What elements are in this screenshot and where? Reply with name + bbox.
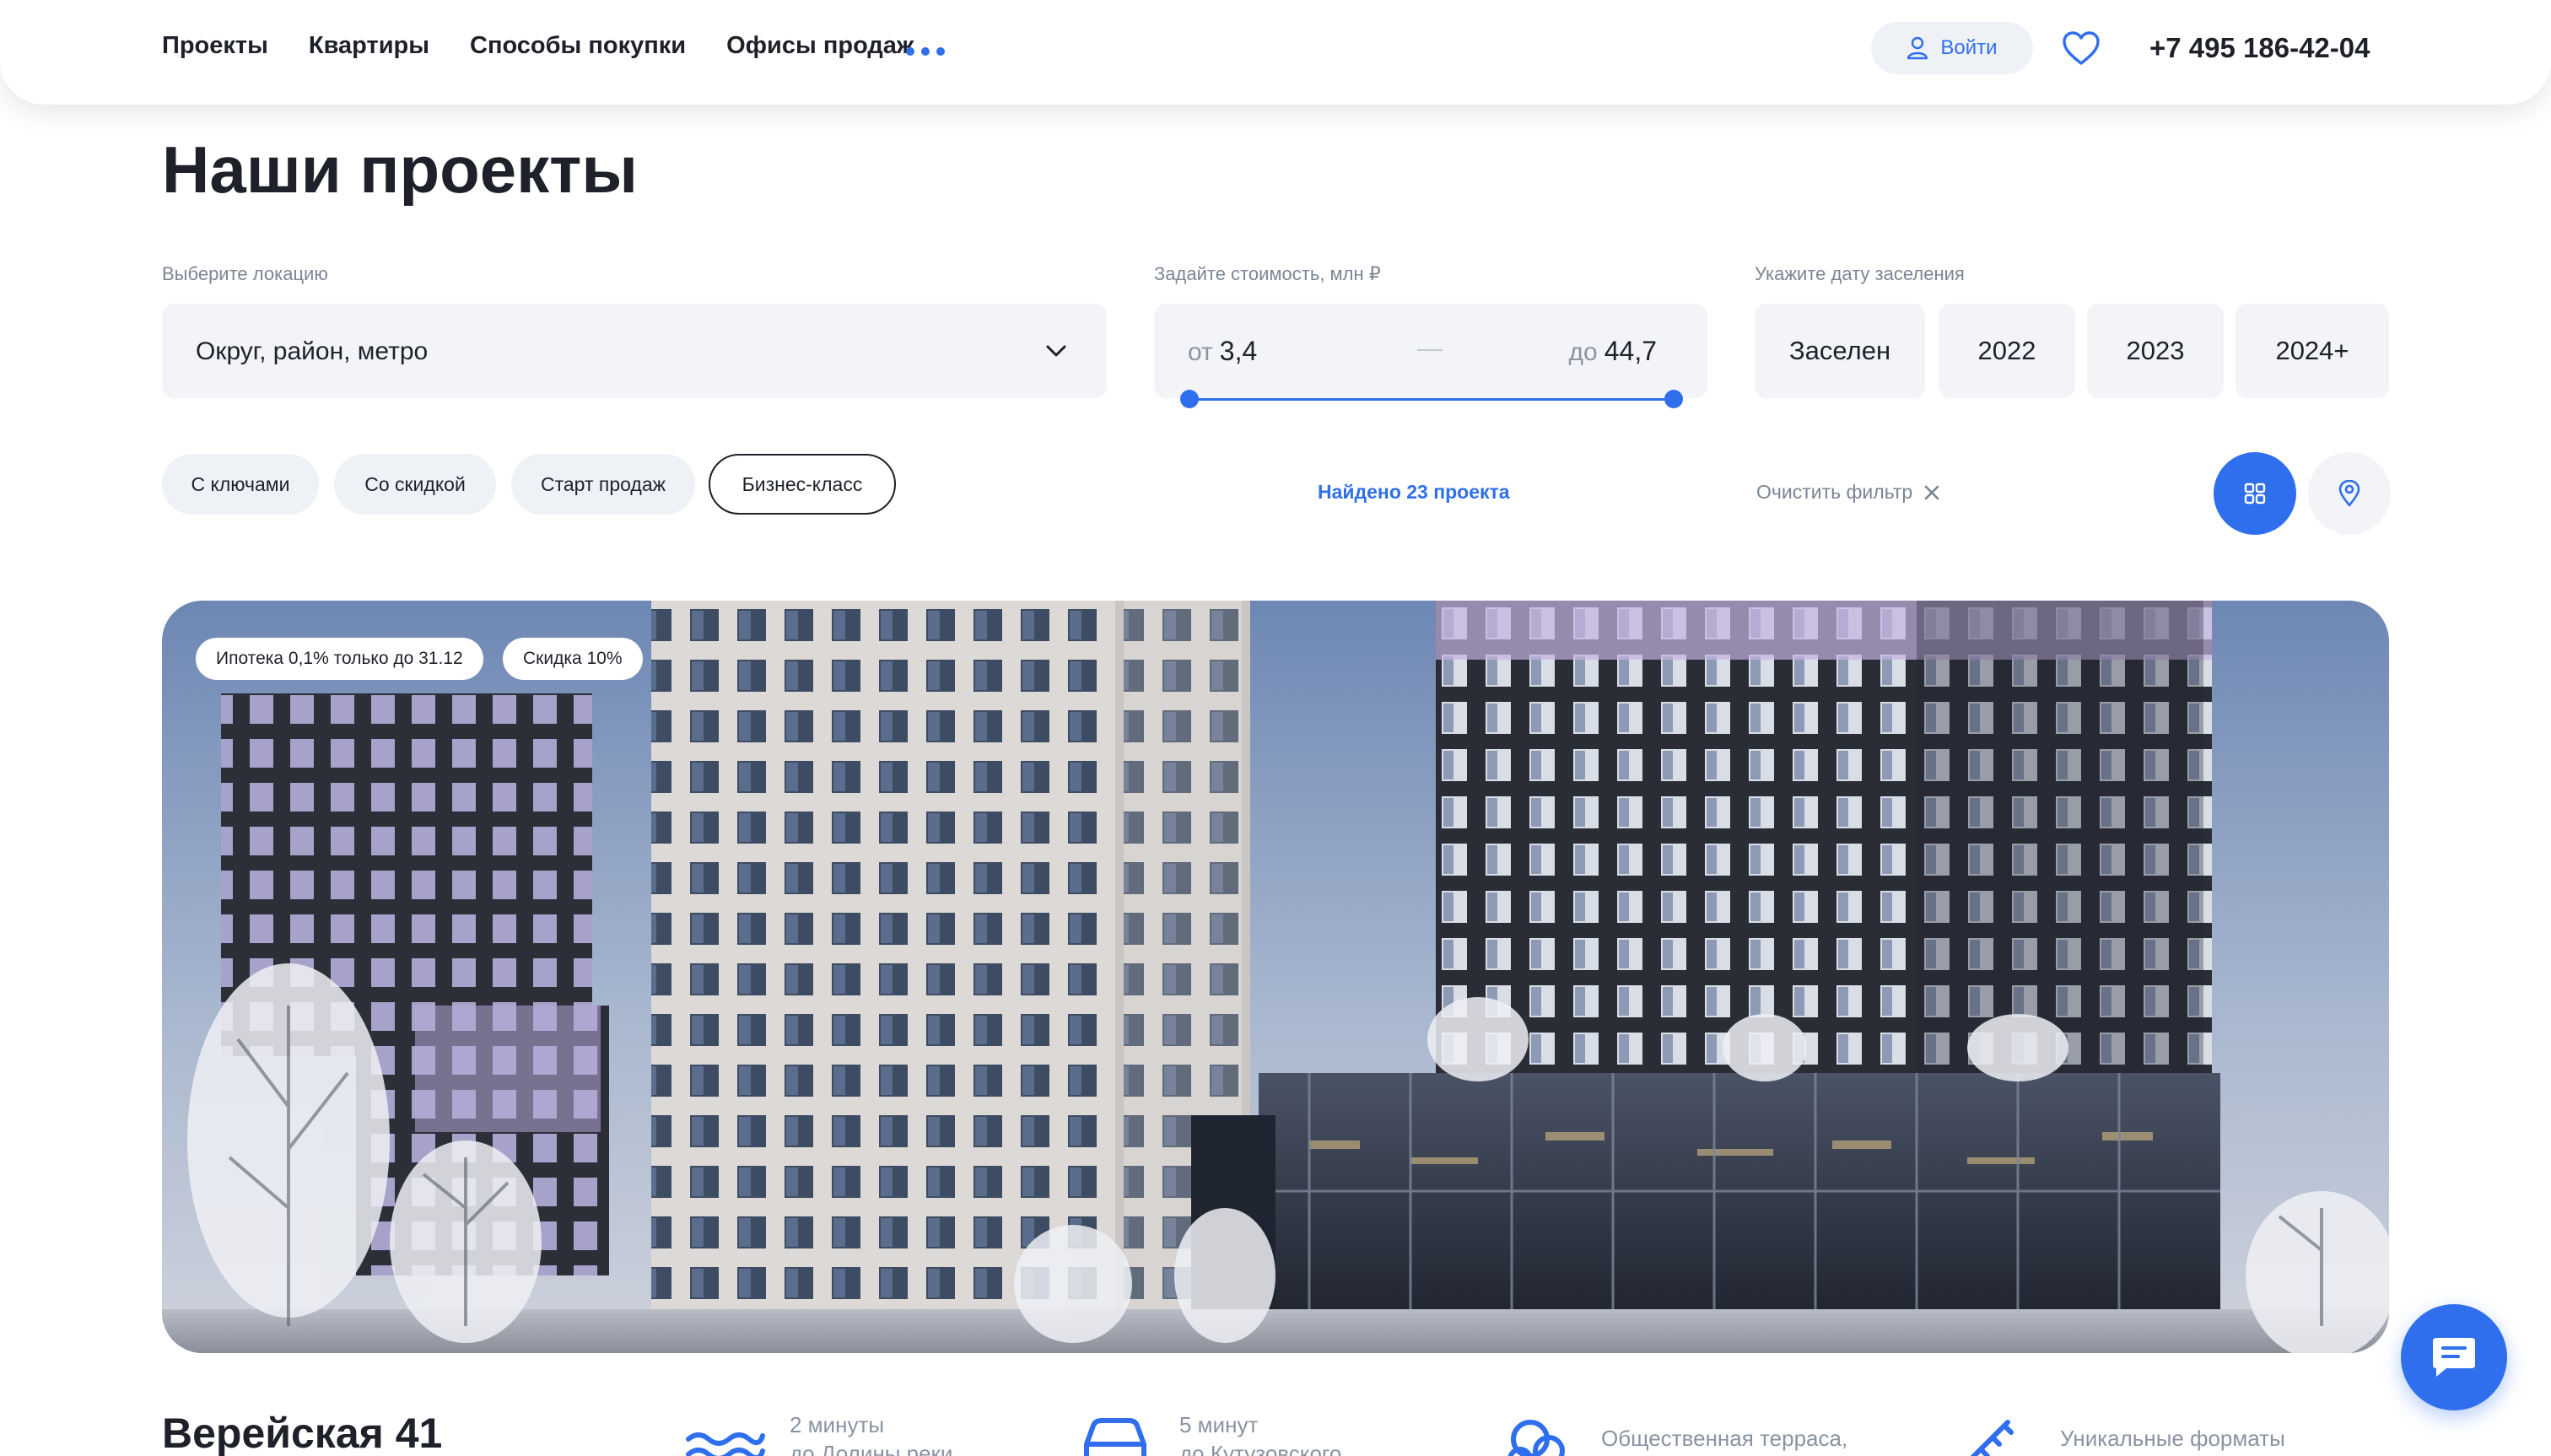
date-option-2023[interactable]: 2023 (2087, 304, 2224, 398)
badge-mortgage: Ипотека 0,1% только до 31.12 (196, 638, 483, 680)
location-label: Выберите локацию (162, 263, 328, 284)
chat-icon (2433, 1338, 2475, 1377)
feature-terrace-line1: Общественная терраса, (1601, 1426, 1848, 1451)
chat-button[interactable] (2401, 1304, 2507, 1410)
cloud-icon (1507, 1420, 1565, 1456)
price-label: Задайте стоимость, млн ₽ (1154, 263, 1381, 284)
project-name[interactable]: Верейская 41 (162, 1409, 442, 1456)
heart-icon[interactable] (2062, 30, 2101, 66)
feature-kutuzovsky: 5 минут до Кутузовского (1075, 1410, 1341, 1456)
car-icon (1084, 1418, 1146, 1456)
feature-terrace: Общественная терраса, (1497, 1410, 1847, 1456)
project-hero-image[interactable]: Ипотека 0,1% только до 31.12 Скидка 10% (162, 601, 2389, 1353)
feature-river: 2 минуты до Долины реки (685, 1410, 952, 1456)
waves-icon (686, 1432, 765, 1456)
price-dash (1417, 349, 1443, 351)
nav-item-purchase-methods[interactable]: Способы покупки (470, 32, 686, 60)
grid-view-button[interactable] (2214, 452, 2296, 535)
date-option-settled[interactable]: Заселен (1755, 304, 1925, 398)
page-title: Наши проекты (162, 132, 638, 207)
grid-icon (2244, 483, 2266, 504)
price-to[interactable]: до 44,7 (1569, 336, 1657, 367)
found-count[interactable]: Найдено 23 проекта (1318, 481, 1510, 504)
site-header: Проекты Квартиры Способы покупки Офисы п… (0, 0, 2551, 105)
chip-sales-start[interactable]: Старт продаж (511, 454, 695, 515)
map-view-button[interactable] (2308, 452, 2391, 535)
feature-formats: Уникальные форматы (1955, 1410, 2285, 1456)
date-option-2024-plus[interactable]: 2024+ (2235, 304, 2389, 398)
main-nav: Проекты Квартиры Способы покупки Офисы п… (162, 32, 914, 60)
price-range-track[interactable] (1189, 398, 1674, 401)
chevron-down-icon (1046, 345, 1066, 357)
more-dots-icon[interactable] (906, 47, 945, 56)
clear-filter-button[interactable]: Очистить фильтр (1756, 481, 1939, 504)
close-icon (1924, 485, 1939, 499)
feature-river-line1: 2 минуты (790, 1412, 885, 1437)
location-placeholder: Округ, район, метро (196, 337, 429, 365)
nav-item-sales-offices[interactable]: Офисы продаж (726, 32, 914, 60)
feature-kutuzovsky-line2: до Кутузовского (1179, 1441, 1342, 1456)
nav-item-apartments[interactable]: Квартиры (309, 32, 429, 60)
price-min-handle[interactable] (1180, 390, 1199, 408)
building-render-image (162, 601, 2389, 1353)
price-max-handle[interactable] (1664, 390, 1683, 408)
ruler-icon (1970, 1420, 2014, 1456)
badge-discount: Скидка 10% (503, 638, 643, 680)
price-from[interactable]: от 3,4 (1188, 336, 1257, 367)
phone-number[interactable]: +7 495 186-42-04 (2149, 32, 2370, 64)
date-label: Укажите дату заселения (1755, 263, 1965, 284)
feature-kutuzovsky-line1: 5 минут (1179, 1412, 1259, 1437)
clear-filter-label: Очистить фильтр (1756, 481, 1913, 503)
login-label: Войти (1940, 36, 1998, 59)
feature-formats-line1: Уникальные форматы (2060, 1426, 2285, 1451)
date-option-2022[interactable]: 2022 (1939, 304, 2075, 398)
map-pin-icon (2338, 480, 2360, 507)
nav-item-projects[interactable]: Проекты (162, 32, 268, 60)
chip-business-class[interactable]: Бизнес-класс (709, 454, 896, 515)
chip-with-keys[interactable]: С ключами (162, 454, 319, 515)
login-button[interactable]: Войти (1871, 22, 2033, 74)
location-select[interactable]: Округ, район, метро (162, 304, 1107, 398)
price-range-field: от 3,4 до 44,7 (1154, 304, 1707, 398)
chip-discount[interactable]: Со скидкой (334, 454, 496, 515)
user-icon (1907, 36, 1928, 60)
feature-river-line2: до Долины реки (790, 1441, 953, 1456)
